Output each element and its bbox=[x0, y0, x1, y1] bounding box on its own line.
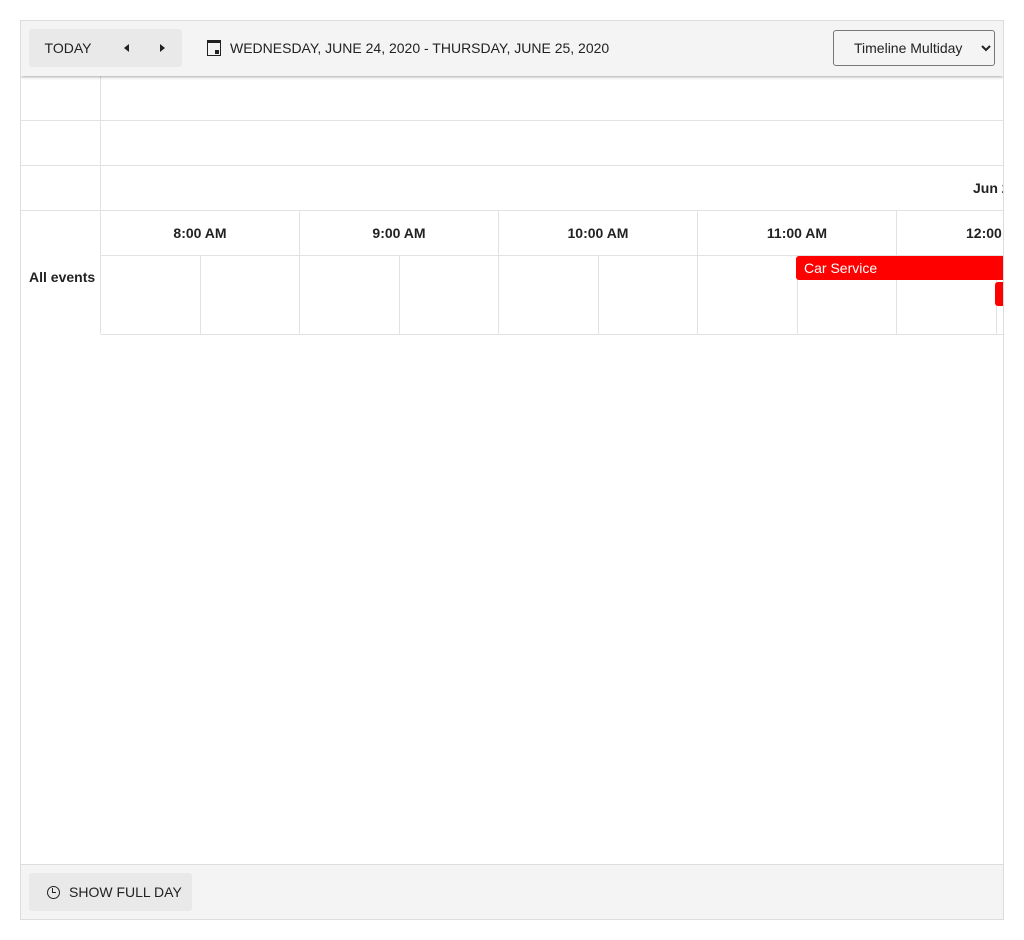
scheduler: TODAY WEDNESDAY, JUNE 24, 2020 - THURSDA… bbox=[20, 20, 1004, 920]
show-full-day-label: SHOW FULL DAY bbox=[69, 884, 182, 900]
previous-button[interactable] bbox=[109, 29, 143, 67]
time-header: 11:00 AM bbox=[698, 211, 897, 255]
header-row-empty bbox=[21, 121, 1003, 166]
row-label: All events bbox=[29, 269, 96, 285]
grid-cell[interactable] bbox=[201, 256, 300, 334]
grid-cell[interactable] bbox=[698, 256, 798, 334]
navigation-group: TODAY bbox=[29, 29, 182, 67]
grid-cell[interactable] bbox=[101, 256, 201, 334]
header-row-empty bbox=[21, 76, 1003, 121]
caret-right-icon bbox=[159, 44, 165, 52]
grid-cell[interactable] bbox=[400, 256, 499, 334]
grid-cell[interactable] bbox=[599, 256, 698, 334]
clock-icon bbox=[47, 885, 60, 899]
today-button[interactable]: TODAY bbox=[29, 29, 107, 67]
event[interactable] bbox=[995, 282, 1003, 306]
calendar-icon bbox=[207, 40, 221, 56]
caret-left-icon bbox=[123, 44, 129, 52]
time-header: 12:00 PM bbox=[897, 211, 1003, 255]
next-button[interactable] bbox=[145, 29, 179, 67]
date-range-label: WEDNESDAY, JUNE 24, 2020 - THURSDAY, JUN… bbox=[230, 40, 610, 56]
date-header-row: Jun 24, 2020 bbox=[21, 166, 1003, 211]
date-range-button[interactable]: WEDNESDAY, JUNE 24, 2020 - THURSDAY, JUN… bbox=[207, 29, 609, 67]
time-header: 8:00 AM bbox=[101, 211, 300, 255]
toolbar: TODAY WEDNESDAY, JUNE 24, 2020 - THURSDA… bbox=[21, 21, 1003, 76]
grid-cell[interactable] bbox=[300, 256, 400, 334]
footer: SHOW FULL DAY bbox=[21, 864, 1003, 919]
event-car-service[interactable]: Car Service bbox=[796, 256, 1003, 280]
time-header: 10:00 AM bbox=[499, 211, 698, 255]
date-header: Jun 24, 2020 bbox=[973, 180, 1003, 196]
grid-cell[interactable] bbox=[499, 256, 599, 334]
time-header: 9:00 AM bbox=[300, 211, 499, 255]
view-select[interactable]: Timeline Multiday bbox=[833, 30, 995, 66]
show-full-day-button[interactable]: SHOW FULL DAY bbox=[29, 873, 192, 911]
time-header-row: 8:00 AM 9:00 AM 10:00 AM 11:00 AM 12:00 … bbox=[101, 211, 1003, 256]
